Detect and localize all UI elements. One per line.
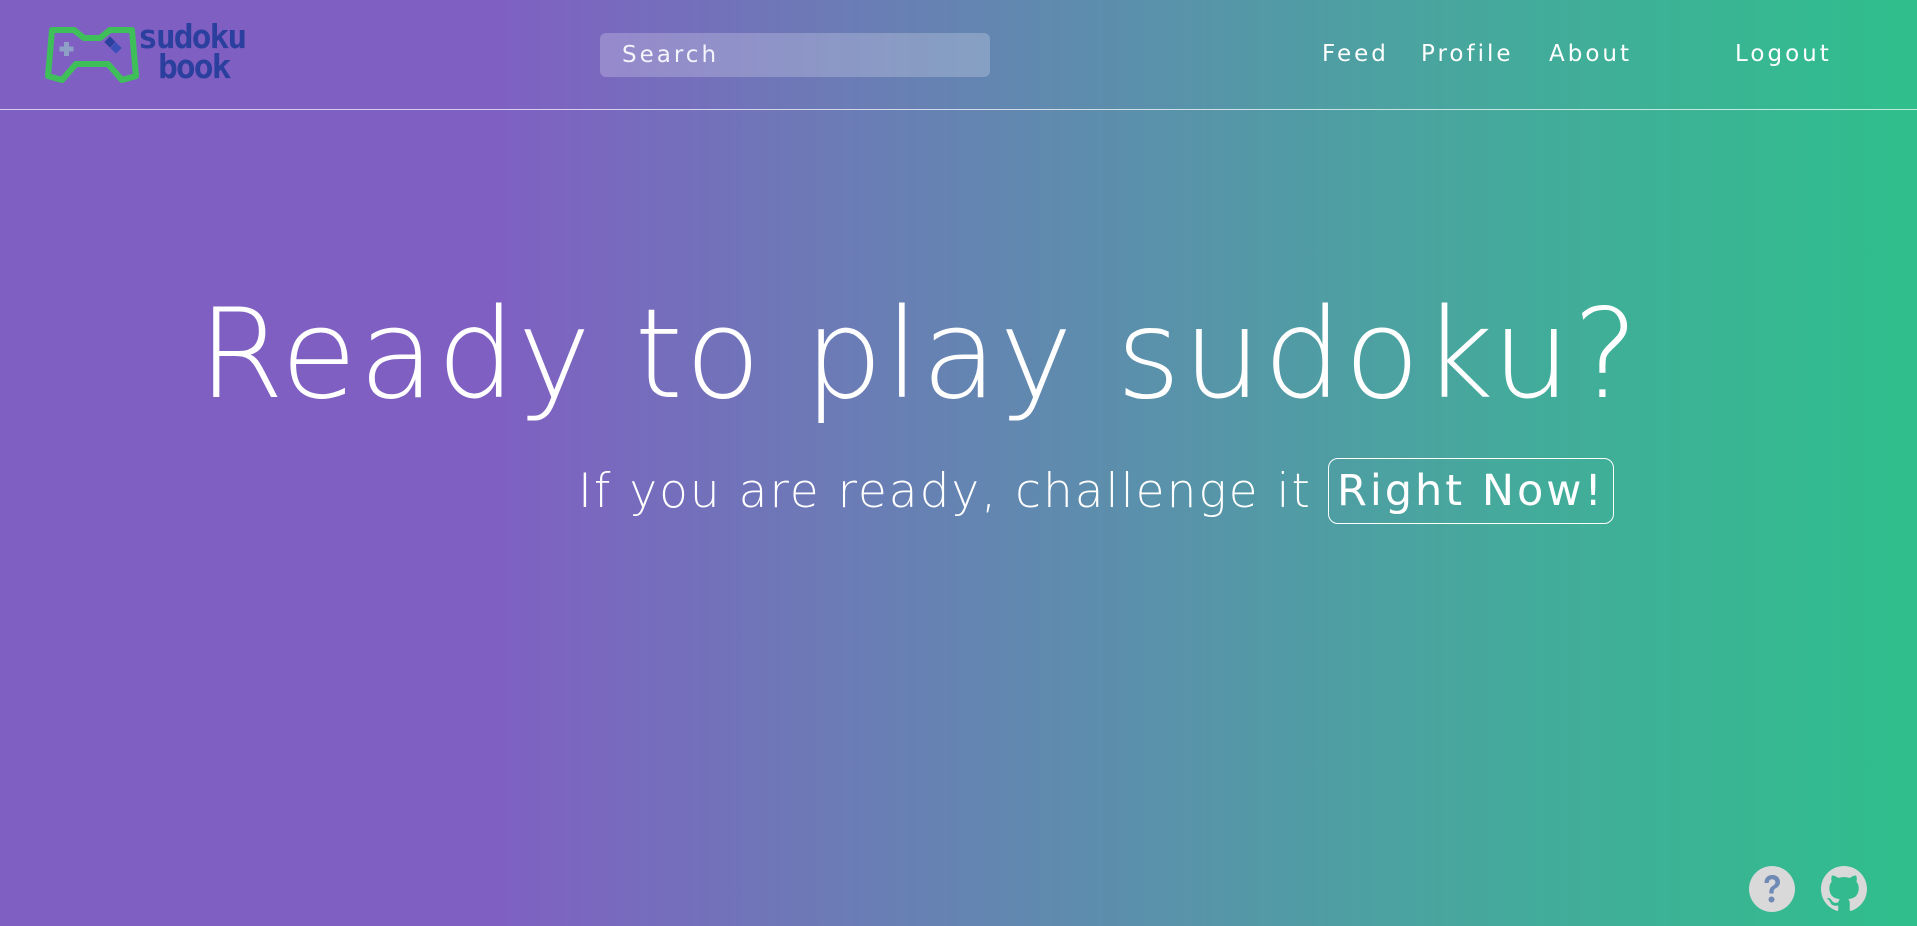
- nav-about-link[interactable]: About: [1549, 38, 1632, 70]
- logo-link[interactable]: sudoku book: [44, 20, 247, 88]
- right-now-button[interactable]: Right Now!: [1327, 458, 1614, 524]
- navbar: sudoku book Feed Profile About Logout: [0, 0, 1917, 110]
- nav-feed-link[interactable]: Feed: [1322, 38, 1389, 70]
- hero-subtitle: If you are ready, challenge it: [578, 463, 1312, 519]
- hero-title: Ready to play sudoku?: [198, 283, 1641, 427]
- nav-profile-link[interactable]: Profile: [1421, 38, 1514, 70]
- gamepad-icon: [45, 27, 139, 83]
- logo-text-line2: book: [158, 47, 231, 86]
- github-icon[interactable]: [1821, 866, 1867, 912]
- nav-logout-link[interactable]: Logout: [1735, 38, 1832, 70]
- search-input[interactable]: [600, 33, 990, 77]
- help-icon[interactable]: [1749, 866, 1795, 912]
- hero-subtitle-row: If you are ready, challenge it Right Now…: [578, 458, 1614, 524]
